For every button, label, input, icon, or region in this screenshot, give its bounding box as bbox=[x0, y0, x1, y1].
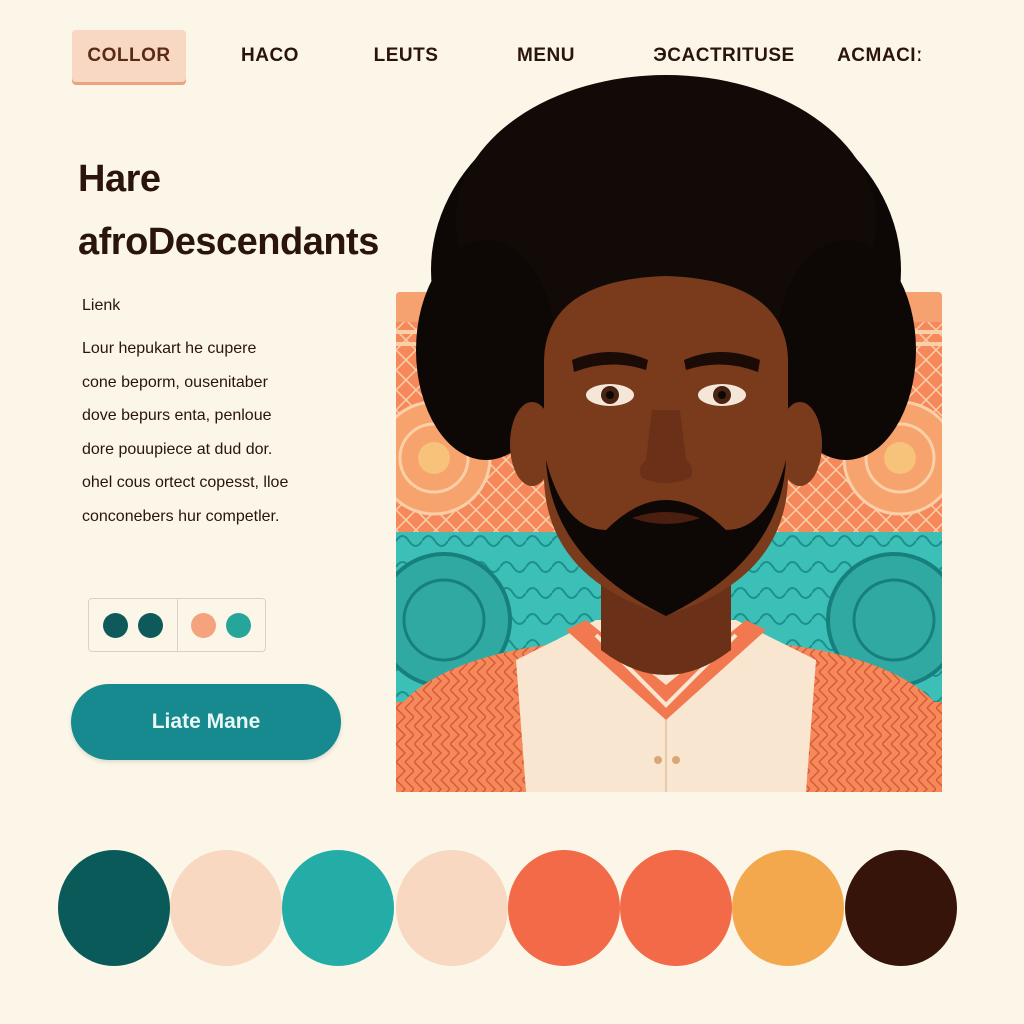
description-line: dove bepurs enta, penloue bbox=[82, 407, 272, 424]
description-line: dore pouupiece at dud dor. bbox=[82, 440, 273, 458]
page-title-line-2: afroDescendants bbox=[78, 221, 379, 263]
right-eye bbox=[698, 384, 746, 406]
color-palette bbox=[0, 850, 1024, 970]
palette-swatch[interactable] bbox=[732, 850, 844, 966]
portrait-svg bbox=[396, 75, 942, 792]
swatch-toggle bbox=[88, 598, 266, 652]
description-line: cone beporm, ousenitaber bbox=[82, 373, 268, 391]
description-line: Lour hepukart he cupere bbox=[82, 340, 257, 357]
swatch-option-dark[interactable] bbox=[89, 599, 177, 651]
palette-swatch[interactable] bbox=[58, 850, 170, 966]
description-text: Lour hepukart he cupere cone beporm, ous… bbox=[82, 332, 382, 533]
mini-swatch bbox=[226, 612, 252, 638]
palette-swatch[interactable] bbox=[282, 850, 394, 966]
palette-swatch[interactable] bbox=[620, 850, 732, 966]
description-line: conconebers hur competler. bbox=[82, 507, 280, 525]
swatch-option-light[interactable] bbox=[176, 599, 266, 651]
mini-swatch bbox=[102, 612, 128, 638]
palette-swatch[interactable] bbox=[845, 850, 957, 966]
page-title-line-1: Hare bbox=[78, 158, 161, 200]
description-line: ohel cous ortect copesst, lloe bbox=[82, 474, 289, 491]
page-title: Hare afroDescendants bbox=[78, 148, 379, 274]
mini-swatch bbox=[137, 612, 163, 638]
palette-swatch[interactable] bbox=[396, 850, 508, 966]
palette-swatch[interactable] bbox=[508, 850, 620, 966]
nav-item-haco[interactable]: HACO bbox=[226, 30, 314, 82]
link-label[interactable]: Lienk bbox=[82, 297, 120, 315]
cta-button[interactable]: Liate Mane bbox=[71, 684, 341, 760]
nav-item-color[interactable]: COLLOR bbox=[72, 30, 186, 82]
palette-swatch[interactable] bbox=[170, 850, 282, 966]
left-eye bbox=[586, 384, 634, 406]
mini-swatch bbox=[191, 612, 217, 638]
portrait-illustration bbox=[396, 60, 942, 792]
